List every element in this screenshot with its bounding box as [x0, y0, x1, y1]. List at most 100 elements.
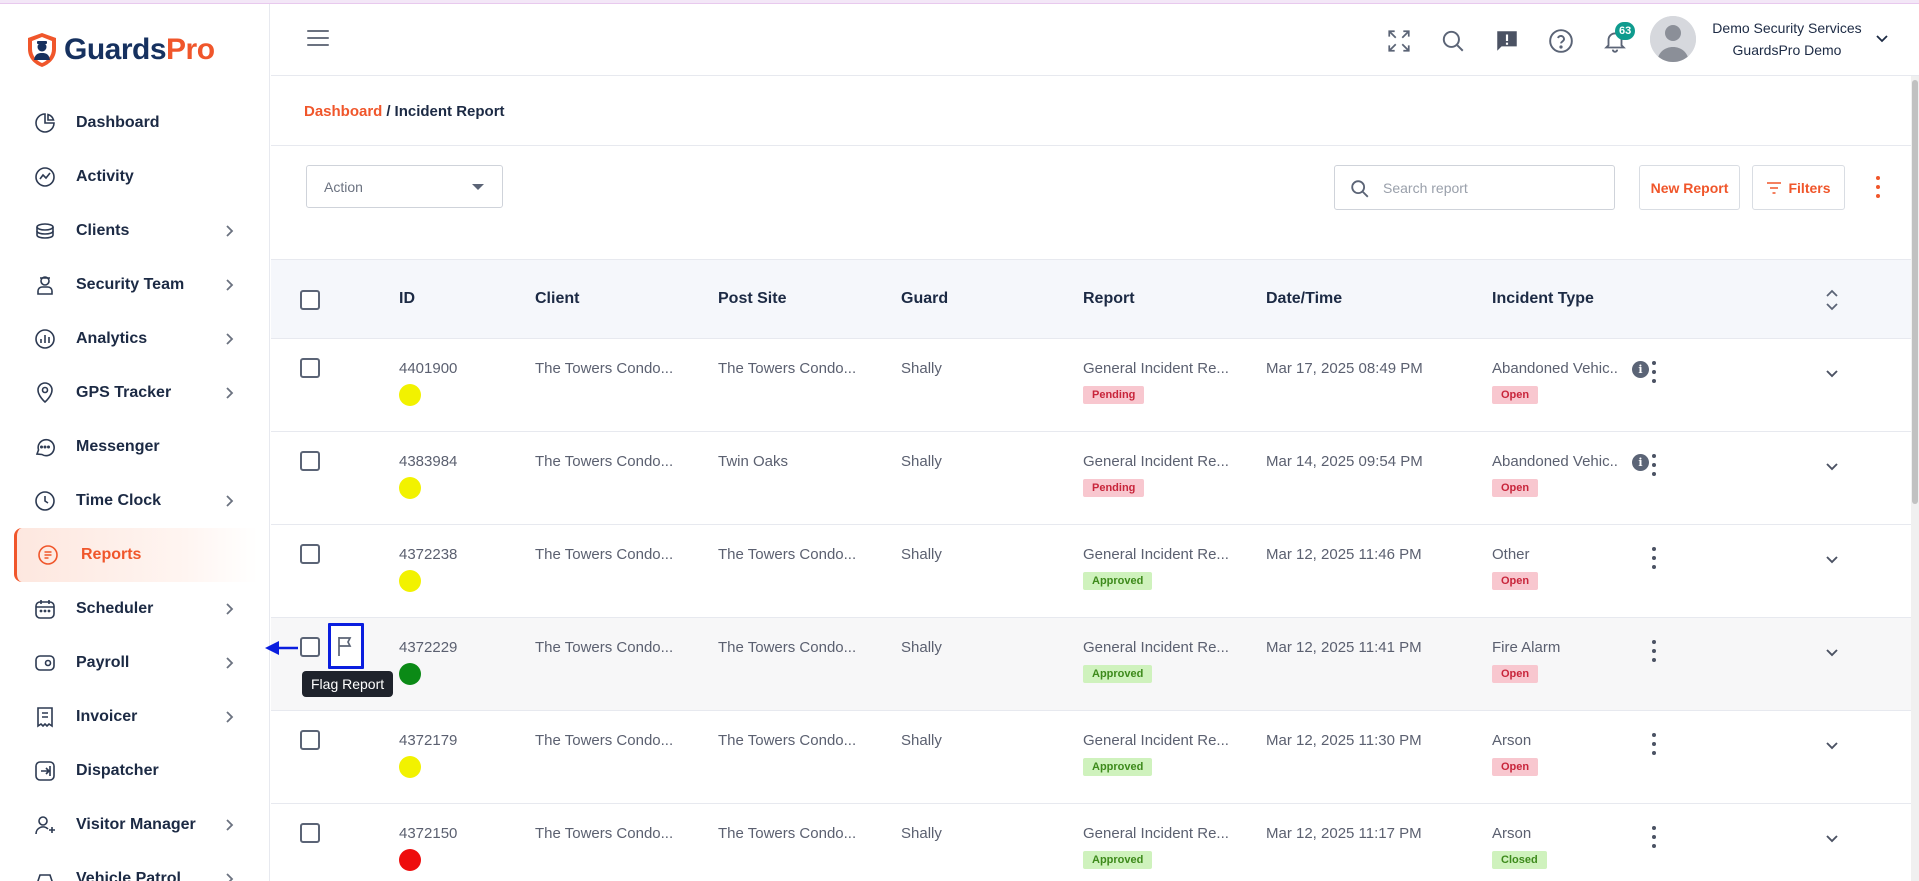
sidebar-item-activity[interactable]: Activity — [0, 150, 270, 204]
report-name[interactable]: General Incident Re... — [1083, 546, 1229, 563]
chevron-right-icon[interactable] — [222, 602, 236, 616]
report-name[interactable]: General Incident Re... — [1083, 732, 1229, 749]
help-icon[interactable] — [1548, 28, 1574, 54]
row-expand-chevron-down-icon[interactable] — [1824, 737, 1840, 753]
search-report-input[interactable] — [1383, 174, 1603, 202]
sidebar-item-reports[interactable]: Reports — [14, 528, 258, 582]
sidebar-item-security-team[interactable]: Security Team — [0, 258, 270, 312]
column-header-incident-type[interactable]: Incident Type — [1492, 290, 1594, 308]
sidebar-item-gps-tracker[interactable]: GPS Tracker — [0, 366, 270, 420]
report-id[interactable]: 4372150 — [399, 825, 457, 842]
sidebar-item-invoicer[interactable]: Invoicer — [0, 690, 270, 744]
action-dropdown[interactable]: Action — [306, 165, 503, 208]
filters-button[interactable]: Filters — [1752, 165, 1845, 210]
chevron-right-icon[interactable] — [222, 278, 236, 292]
column-header-date-time[interactable]: Date/Time — [1266, 290, 1342, 308]
report-name[interactable]: General Incident Re... — [1083, 453, 1229, 470]
row-actions-kebab-icon[interactable] — [1651, 547, 1657, 571]
row-expand-chevron-down-icon[interactable] — [1824, 458, 1840, 474]
column-header-guard[interactable]: Guard — [901, 290, 948, 308]
fullscreen-icon[interactable] — [1386, 28, 1412, 54]
report-id[interactable]: 4372238 — [399, 546, 457, 563]
column-header-post-site[interactable]: Post Site — [718, 290, 786, 308]
flag-report-button[interactable] — [328, 623, 364, 669]
row-expand-chevron-down-icon[interactable] — [1824, 365, 1840, 381]
info-icon[interactable]: i — [1632, 361, 1649, 378]
analytics-icon — [32, 326, 58, 352]
sidebar-item-messenger[interactable]: Messenger — [0, 420, 270, 474]
row-expand-chevron-down-icon[interactable] — [1824, 644, 1840, 660]
row-expand-chevron-down-icon[interactable] — [1824, 830, 1840, 846]
report-id[interactable]: 4401900 — [399, 360, 457, 377]
brand-logo[interactable]: GuardsPro — [26, 32, 215, 68]
new-report-button[interactable]: New Report — [1639, 165, 1740, 210]
sidebar-item-clients[interactable]: Clients — [0, 204, 270, 258]
sidebar-item-time-clock[interactable]: Time Clock — [0, 474, 270, 528]
row-expand-chevron-down-icon[interactable] — [1824, 551, 1840, 567]
breadcrumb-dashboard-link[interactable]: Dashboard — [304, 103, 382, 120]
row-actions-kebab-icon[interactable] — [1651, 640, 1657, 664]
row-actions-kebab-icon[interactable] — [1651, 826, 1657, 850]
chevron-right-icon[interactable] — [222, 224, 236, 238]
flag-icon — [338, 637, 352, 656]
report-id[interactable]: 4372179 — [399, 732, 457, 749]
guard-name: Shally — [901, 732, 942, 749]
column-header-report[interactable]: Report — [1083, 290, 1135, 308]
user-menu-chevron-down-icon[interactable] — [1874, 30, 1890, 46]
select-all-checkbox[interactable] — [300, 290, 320, 310]
expand-collapse-all-icon[interactable] — [1825, 288, 1839, 312]
hamburger-menu-icon[interactable] — [307, 30, 329, 48]
chevron-right-icon[interactable] — [222, 818, 236, 832]
table-row[interactable]: 4372150 The Towers Condo... The Towers Con… — [271, 804, 1911, 881]
row-select-checkbox[interactable] — [300, 730, 320, 750]
sidebar-item-visitor-manager[interactable]: Visitor Manager — [0, 798, 270, 852]
table-row[interactable]: 4372238 The Towers Condo... The Towers Con… — [271, 525, 1911, 618]
chat-bubble-icon — [32, 434, 58, 460]
row-select-checkbox[interactable] — [300, 358, 320, 378]
message-alert-icon[interactable] — [1494, 28, 1520, 54]
priority-dot — [399, 384, 421, 406]
row-select-checkbox[interactable] — [300, 637, 320, 657]
page-scrollbar[interactable] — [1911, 76, 1919, 881]
row-select-checkbox[interactable] — [300, 544, 320, 564]
report-name[interactable]: General Incident Re... — [1083, 639, 1229, 656]
user-avatar[interactable] — [1650, 16, 1696, 62]
column-header-id[interactable]: ID — [399, 290, 415, 308]
location-pin-icon — [32, 380, 58, 406]
row-select-checkbox[interactable] — [300, 451, 320, 471]
report-id[interactable]: 4372229 — [399, 639, 457, 656]
clock-icon — [32, 488, 58, 514]
chevron-right-icon[interactable] — [222, 710, 236, 724]
row-select-checkbox[interactable] — [300, 823, 320, 843]
sidebar-item-dashboard[interactable]: Dashboard — [0, 96, 270, 150]
more-options-kebab-icon[interactable] — [1874, 176, 1882, 202]
row-actions-kebab-icon[interactable] — [1651, 361, 1657, 385]
column-header-client[interactable]: Client — [535, 290, 579, 308]
info-icon[interactable]: i — [1632, 454, 1649, 471]
sidebar-item-scheduler[interactable]: Scheduler — [0, 582, 270, 636]
chevron-right-icon[interactable] — [222, 656, 236, 670]
incident-status-badge: Open — [1492, 479, 1539, 497]
chevron-right-icon[interactable] — [222, 494, 236, 508]
sidebar-item-analytics[interactable]: Analytics — [0, 312, 270, 366]
report-id[interactable]: 4383984 — [399, 453, 457, 470]
notifications-button[interactable]: 63 — [1602, 22, 1636, 54]
table-row[interactable]: 4383984 The Towers Condo... Twin Oaks Shall… — [271, 432, 1911, 525]
chevron-right-icon[interactable] — [222, 872, 236, 881]
chevron-right-icon[interactable] — [222, 332, 236, 346]
table-row[interactable]: 4372229 The Towers Condo... The Towers Con… — [271, 618, 1911, 711]
table-row[interactable]: 4401900 The Towers Condo... The Towers Con… — [271, 339, 1911, 432]
report-name[interactable]: General Incident Re... — [1083, 360, 1229, 377]
sidebar-item-vehicle-patrol[interactable]: Vehicle Patrol — [0, 852, 270, 881]
report-name[interactable]: General Incident Re... — [1083, 825, 1229, 842]
search-icon[interactable] — [1440, 28, 1466, 54]
row-actions-kebab-icon[interactable] — [1651, 454, 1657, 478]
scrollbar-thumb[interactable] — [1912, 80, 1918, 504]
sidebar-item-label: Messenger — [76, 438, 160, 455]
chevron-right-icon[interactable] — [222, 386, 236, 400]
report-status-badge: Approved — [1083, 572, 1153, 590]
sidebar-item-dispatcher[interactable]: Dispatcher — [0, 744, 270, 798]
table-row[interactable]: 4372179 The Towers Condo... The Towers Con… — [271, 711, 1911, 804]
row-actions-kebab-icon[interactable] — [1651, 733, 1657, 757]
sidebar-item-payroll[interactable]: Payroll — [0, 636, 270, 690]
